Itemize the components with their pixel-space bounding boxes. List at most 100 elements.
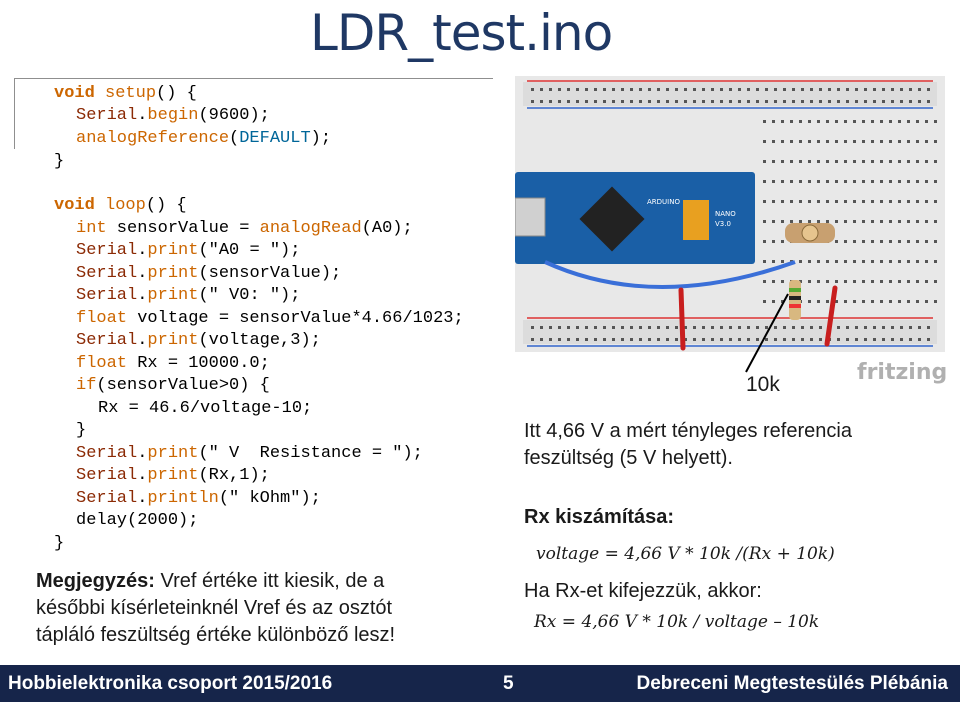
breadboard-hole (871, 260, 874, 263)
breadboard-hole (756, 88, 759, 91)
breadboard-hole (862, 180, 865, 183)
breadboard-hole (772, 200, 775, 203)
breadboard-hole (925, 220, 928, 223)
breadboard-hole (871, 180, 874, 183)
breadboard-hole (763, 120, 766, 123)
breadboard-hole (907, 140, 910, 143)
breadboard-hole (594, 88, 597, 91)
code-line: void setup() { (54, 84, 197, 103)
breadboard-hole (765, 88, 768, 91)
breadboard-hole (846, 100, 849, 103)
code-line: Serial.begin(9600); (76, 106, 270, 125)
breadboard-hole (781, 260, 784, 263)
code-line: analogReference(DEFAULT); (76, 129, 332, 148)
breadboard-hole (531, 338, 534, 341)
breadboard-hole (871, 160, 874, 163)
breadboard-hole (531, 100, 534, 103)
breadboard-hole (808, 140, 811, 143)
breadboard-hole (934, 300, 937, 303)
ldr-head (801, 224, 819, 242)
breadboard-hole (864, 88, 867, 91)
breadboard-hole (828, 88, 831, 91)
breadboard-hole (837, 100, 840, 103)
breadboard-hole (799, 140, 802, 143)
breadboard-hole (810, 326, 813, 329)
breadboard-hole (675, 326, 678, 329)
note-line-1: Vref értéke itt kiesik, de a (154, 570, 385, 592)
breadboard-hole (781, 220, 784, 223)
breadboard-hole (801, 88, 804, 91)
code-line: void loop() { (54, 196, 187, 215)
breadboard-hole (853, 120, 856, 123)
breadboard-hole (772, 160, 775, 163)
breadboard-hole (531, 88, 534, 91)
footer-bar: Hobbielektronika csoport 2015/2016 5 Deb… (0, 665, 960, 702)
breadboard-hole (934, 180, 937, 183)
breadboard-hole (826, 200, 829, 203)
breadboard-hole (819, 338, 822, 341)
breadboard-hole (871, 140, 874, 143)
formula-2: Rx = 4,66 V * 10k / voltage – 10k (534, 612, 820, 632)
breadboard-hole (781, 120, 784, 123)
breadboard-hole (862, 140, 865, 143)
breadboard-hole (916, 260, 919, 263)
breadboard-hole (891, 338, 894, 341)
breadboard-hole (889, 300, 892, 303)
breadboard-hole (790, 220, 793, 223)
breadboard-hole (790, 200, 793, 203)
breadboard-hole (783, 88, 786, 91)
breadboard-hole (711, 326, 714, 329)
breadboard-hole (639, 338, 642, 341)
code-line: float voltage = sensorValue*4.66/1023; (76, 309, 464, 328)
note-block: Megjegyzés: Vref értéke itt kiesik, de a… (36, 568, 476, 649)
breadboard-hole (880, 280, 883, 283)
breadboard-hole (880, 220, 883, 223)
breadboard-hole (916, 280, 919, 283)
breadboard-hole (621, 338, 624, 341)
board-text-2: NANO (715, 210, 736, 218)
breadboard-hole (934, 220, 937, 223)
breadboard-hole (900, 338, 903, 341)
breadboard-hole (934, 160, 937, 163)
breadboard-hole (835, 140, 838, 143)
breadboard-hole (855, 326, 858, 329)
breadboard-hole (907, 280, 910, 283)
breadboard-hole (853, 260, 856, 263)
right-text-line-1: Itt 4,66 V a mért tényleges referencia (524, 420, 852, 442)
code-line: float Rx = 10000.0; (76, 354, 270, 373)
breadboard-hole (781, 140, 784, 143)
breadboard-hole (862, 200, 865, 203)
breadboard-hole (549, 88, 552, 91)
breadboard-hole (898, 200, 901, 203)
breadboard-hole (862, 240, 865, 243)
breadboard-hole (862, 120, 865, 123)
breadboard-hole (585, 88, 588, 91)
header-pins (683, 200, 709, 240)
breadboard-hole (934, 200, 937, 203)
breadboard-hole (889, 120, 892, 123)
breadboard-hole (880, 140, 883, 143)
breadboard-hole (702, 88, 705, 91)
breadboard-hole (612, 326, 615, 329)
breadboard-hole (558, 338, 561, 341)
breadboard-hole (898, 280, 901, 283)
breadboard-hole (781, 160, 784, 163)
breadboard-hole (790, 140, 793, 143)
breadboard-hole (817, 200, 820, 203)
code-line: delay(2000); (76, 511, 199, 530)
breadboard-hole (889, 180, 892, 183)
breadboard-hole (612, 88, 615, 91)
right-text-line-2: feszültség (5 V helyett). (524, 447, 733, 469)
code-line: Serial.print(voltage,3); (76, 331, 321, 350)
breadboard-hole (781, 240, 784, 243)
breadboard-hole (540, 326, 543, 329)
breadboard-hole (549, 338, 552, 341)
breadboard-hole (862, 260, 865, 263)
breadboard-hole (702, 338, 705, 341)
code-line: Serial.print("A0 = "); (76, 241, 301, 260)
breadboard-hole (817, 120, 820, 123)
breadboard-hole (927, 338, 930, 341)
breadboard-hole (817, 220, 820, 223)
breadboard-hole (774, 100, 777, 103)
calc-heading: Rx kiszámítása: (524, 506, 675, 528)
